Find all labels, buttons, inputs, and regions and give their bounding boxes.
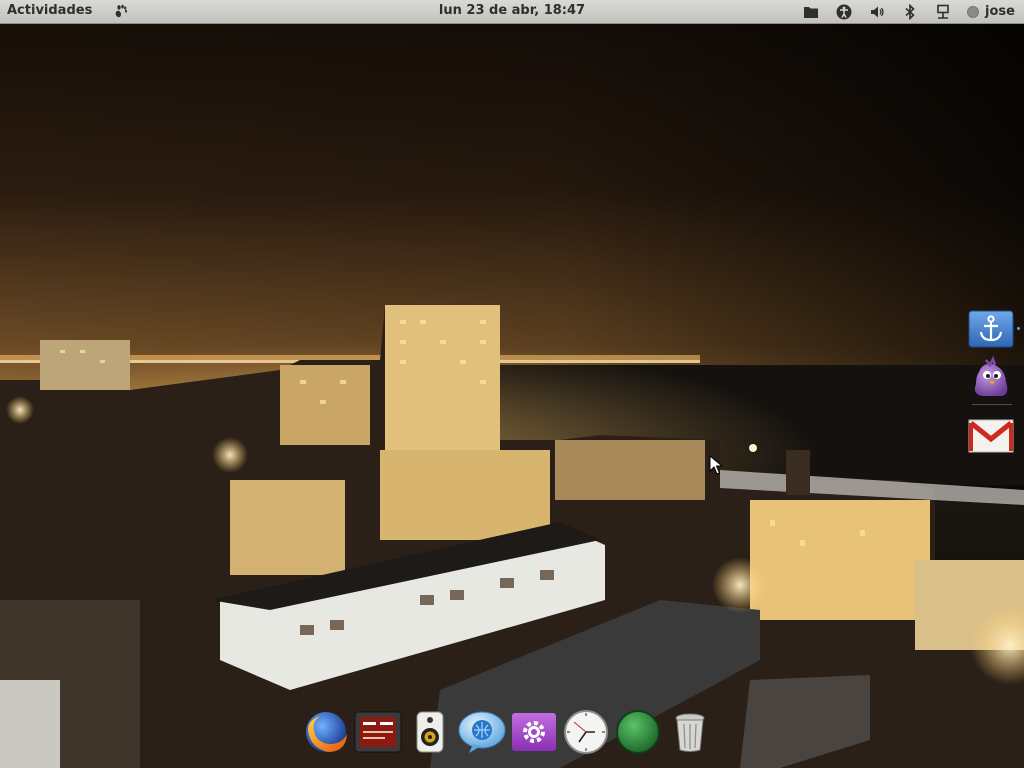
activities-button[interactable]: Actividades bbox=[7, 3, 92, 18]
clock-icon[interactable] bbox=[560, 706, 612, 758]
gnome-foot-icon[interactable] bbox=[113, 3, 129, 19]
running-indicator bbox=[1017, 327, 1020, 330]
user-status-icon bbox=[967, 5, 980, 18]
anchor-app-icon[interactable] bbox=[968, 308, 1020, 350]
volume-icon[interactable] bbox=[869, 4, 885, 20]
green-ball-icon[interactable] bbox=[612, 706, 664, 758]
folder-icon[interactable] bbox=[803, 4, 819, 20]
firefox-icon[interactable] bbox=[300, 706, 352, 758]
pidgin-icon[interactable] bbox=[968, 355, 1014, 398]
bluetooth-icon[interactable] bbox=[902, 3, 918, 20]
gmail-icon[interactable] bbox=[968, 415, 1014, 457]
side-launcher bbox=[968, 308, 1020, 463]
settings-icon[interactable] bbox=[508, 706, 560, 758]
user-name-label: jose bbox=[985, 4, 1015, 19]
top-panel: Actividades lun 23 de abr, 18:47 jose bbox=[0, 0, 1024, 24]
bottom-dock bbox=[300, 704, 716, 760]
accessibility-icon[interactable] bbox=[836, 4, 852, 20]
mouse-pointer-icon bbox=[709, 454, 724, 475]
system-tray: jose bbox=[786, 0, 1024, 23]
launcher-separator bbox=[972, 404, 1012, 405]
presentation-icon[interactable] bbox=[352, 706, 404, 758]
desktop-wallpaper bbox=[0, 0, 1024, 768]
clock-label[interactable]: lun 23 de abr, 18:47 bbox=[439, 3, 585, 18]
chat-icon[interactable] bbox=[456, 706, 508, 758]
trash-icon[interactable] bbox=[664, 706, 716, 758]
user-menu[interactable]: jose bbox=[967, 4, 1015, 19]
network-icon[interactable] bbox=[935, 4, 951, 20]
speaker-icon[interactable] bbox=[404, 706, 456, 758]
